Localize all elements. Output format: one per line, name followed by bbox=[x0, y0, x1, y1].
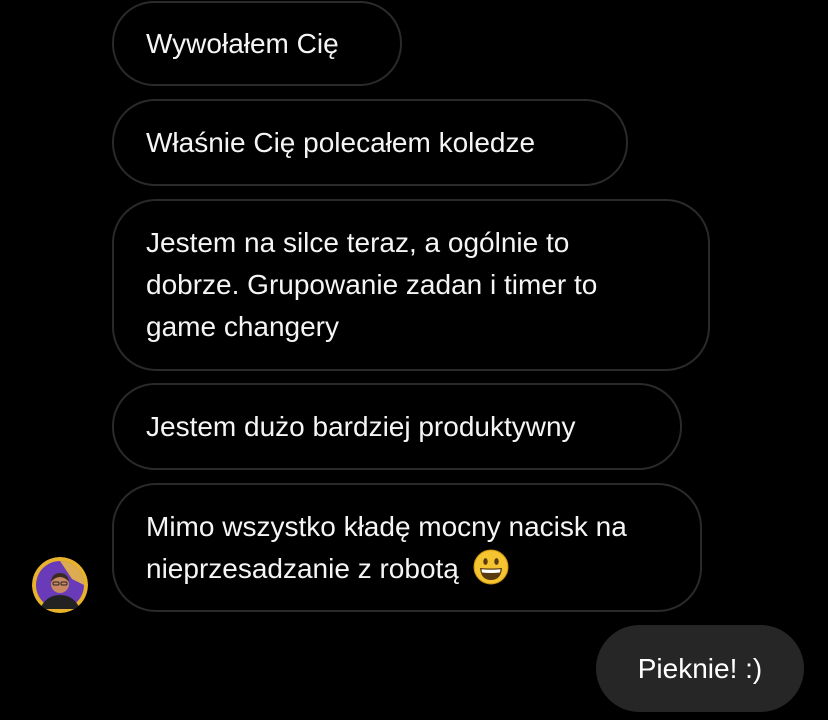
message-text: Jestem dużo bardziej produktywny bbox=[146, 410, 576, 442]
outgoing-message[interactable]: Pieknie! :) bbox=[596, 625, 804, 712]
grinning-face-emoji-icon bbox=[473, 549, 509, 584]
incoming-message[interactable]: Jestem dużo bardziej produktywny bbox=[112, 383, 682, 470]
message-text: Właśnie Cię polecałem koledze bbox=[146, 126, 536, 158]
incoming-message[interactable]: Właśnie Cię polecałem koledze bbox=[112, 99, 628, 186]
incoming-message[interactable]: Mimo wszystko kładę mocny nacisk na niep… bbox=[112, 483, 702, 612]
avatar[interactable] bbox=[32, 557, 88, 613]
incoming-message[interactable]: Jestem na silce teraz, a ogólnie to dobr… bbox=[112, 199, 710, 371]
message-text-wrap: Mimo wszystko kładę mocny nacisk na niep… bbox=[146, 506, 668, 590]
message-text: Jestem na silce teraz, a ogólnie to dobr… bbox=[146, 227, 598, 342]
incoming-message[interactable]: Wywołałem Cię bbox=[112, 1, 402, 86]
message-text: Wywołałem Cię bbox=[146, 27, 339, 59]
user-avatar-icon bbox=[32, 557, 88, 613]
message-text: Pieknie! :) bbox=[637, 652, 763, 684]
message-text: Mimo wszystko kładę mocny nacisk na niep… bbox=[146, 510, 627, 584]
